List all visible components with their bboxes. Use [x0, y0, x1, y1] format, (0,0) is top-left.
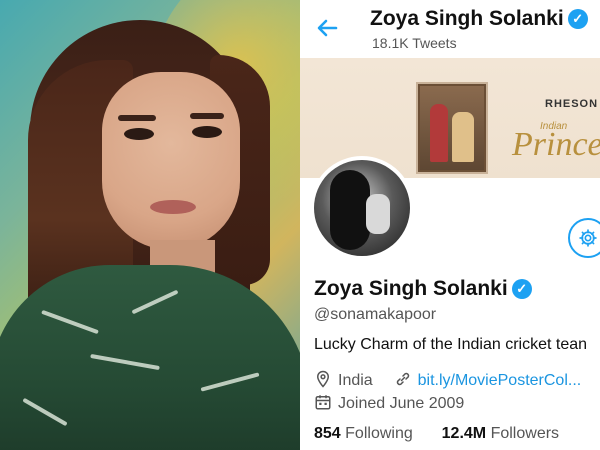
settings-button[interactable]	[568, 218, 600, 258]
poster-figure	[452, 112, 474, 162]
followers-label: Followers	[490, 425, 560, 442]
profile-handle: @sonamakapoor	[314, 306, 437, 323]
right-eyebrow	[190, 113, 224, 119]
calendar-icon	[315, 395, 331, 410]
avatar-hair	[330, 170, 370, 250]
header-name-text: Zoya Singh Solanki	[370, 7, 564, 30]
profile-website-link[interactable]: bit.ly/MoviePosterCol...	[418, 372, 582, 389]
following-count: 854	[314, 425, 341, 442]
follow-counts: 854 Following 12.4M Followers	[314, 425, 559, 443]
right-eye	[192, 126, 222, 138]
following-label: Following	[345, 425, 413, 442]
profile-joined-row: Joined June 2009	[314, 393, 464, 413]
gear-icon	[579, 229, 597, 247]
green-shirt	[0, 265, 300, 450]
portrait-photo	[0, 0, 300, 450]
movie-poster-image	[418, 84, 486, 172]
link-icon	[396, 372, 409, 386]
verified-badge-icon: ✓	[511, 279, 532, 299]
profile-joined-date: Joined June 2009	[338, 395, 465, 412]
poster-figure	[430, 104, 448, 162]
twitter-profile: Zoya Singh Solanki ✓ 18.1K Tweets RHESON …	[300, 0, 600, 450]
profile-header-bar: Zoya Singh Solanki ✓ 18.1K Tweets	[300, 0, 600, 58]
profile-name: Zoya Singh Solanki ✓	[314, 277, 532, 301]
profile-meta-row: India bit.ly/MoviePosterCol...	[314, 370, 600, 390]
followers-link[interactable]: 12.4M Followers	[442, 425, 559, 442]
followers-count: 12.4M	[441, 425, 487, 442]
following-link[interactable]: 854 Following	[314, 425, 413, 442]
banner-brand: RHESON	[545, 98, 599, 110]
profile-location: India	[338, 372, 373, 389]
left-eyebrow	[118, 115, 156, 121]
back-arrow-icon[interactable]	[314, 15, 340, 41]
face	[102, 72, 240, 250]
location-pin-icon	[316, 370, 330, 388]
avatar[interactable]	[310, 156, 414, 260]
avatar-photo	[314, 160, 410, 256]
tweet-count: 18.1K Tweets	[372, 35, 457, 51]
left-eye	[124, 128, 154, 140]
lips	[150, 200, 196, 214]
profile-bio: Lucky Charm of the Indian cricket tean	[314, 336, 588, 353]
avatar-hand	[366, 194, 390, 234]
verified-badge-icon: ✓	[567, 9, 588, 29]
banner-tagline-big: Prince	[512, 126, 600, 163]
header-name: Zoya Singh Solanki ✓	[370, 7, 588, 31]
profile-name-text: Zoya Singh Solanki	[314, 277, 508, 300]
